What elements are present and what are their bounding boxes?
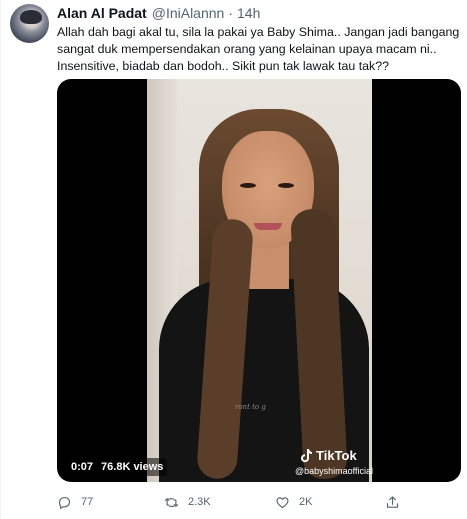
left-eye	[240, 183, 256, 188]
user-handle[interactable]: @IniAlannn	[152, 5, 225, 21]
video-player[interactable]: ront to g TikTok @babyshimaofficial 0:07…	[57, 79, 461, 482]
video-info-overlay: 0:07 76.8K views	[67, 458, 168, 476]
shirt-print: ront to g	[235, 403, 266, 411]
tweet[interactable]: Alan Al Padat @IniAlannn · 14h Allah dah…	[0, 0, 467, 519]
retweet-icon	[164, 495, 188, 510]
tiktok-brand: TikTok	[316, 448, 357, 463]
avatar-hair	[20, 10, 42, 24]
video-frame: ront to g	[147, 79, 372, 482]
tweet-header: Alan Al Padat @IniAlannn · 14h	[57, 4, 260, 22]
share-button[interactable]	[385, 492, 409, 512]
display-name[interactable]: Alan Al Padat	[57, 5, 147, 21]
tweet-text-line: Allah dah bagi akal tu, sila la pakai ya…	[57, 25, 460, 39]
reply-count: 77	[81, 496, 94, 508]
tiktok-icon	[300, 448, 312, 463]
mouth	[254, 223, 282, 230]
avatar[interactable]	[10, 4, 49, 43]
tweet-text-line: sangat duk mempersendakan orang yang kel…	[57, 42, 437, 56]
right-eye	[278, 183, 294, 188]
retweet-count: 2.3K	[188, 496, 211, 508]
tiktok-username: @babyshimaofficial	[295, 466, 374, 476]
like-count: 2K	[299, 496, 313, 508]
retweet-button[interactable]: 2.3K	[164, 492, 211, 512]
separator-dot: ·	[228, 5, 233, 21]
heart-icon	[275, 495, 299, 510]
like-button[interactable]: 2K	[275, 492, 312, 512]
tweet-text-line: Insensitive, biadab dan bodoh.. Sikit pu…	[57, 59, 390, 73]
share-icon	[385, 495, 409, 510]
tweet-actions: 77 2.3K 2K	[57, 492, 461, 512]
tiktok-watermark: TikTok	[300, 448, 357, 463]
video-views: 76.8K views	[101, 461, 164, 473]
tweet-timestamp[interactable]: 14h	[237, 5, 260, 21]
reply-button[interactable]: 77	[57, 492, 93, 512]
reply-icon	[57, 495, 81, 510]
video-time: 0:07	[71, 461, 94, 473]
tweet-text: Allah dah bagi akal tu, sila la pakai ya…	[57, 24, 460, 75]
